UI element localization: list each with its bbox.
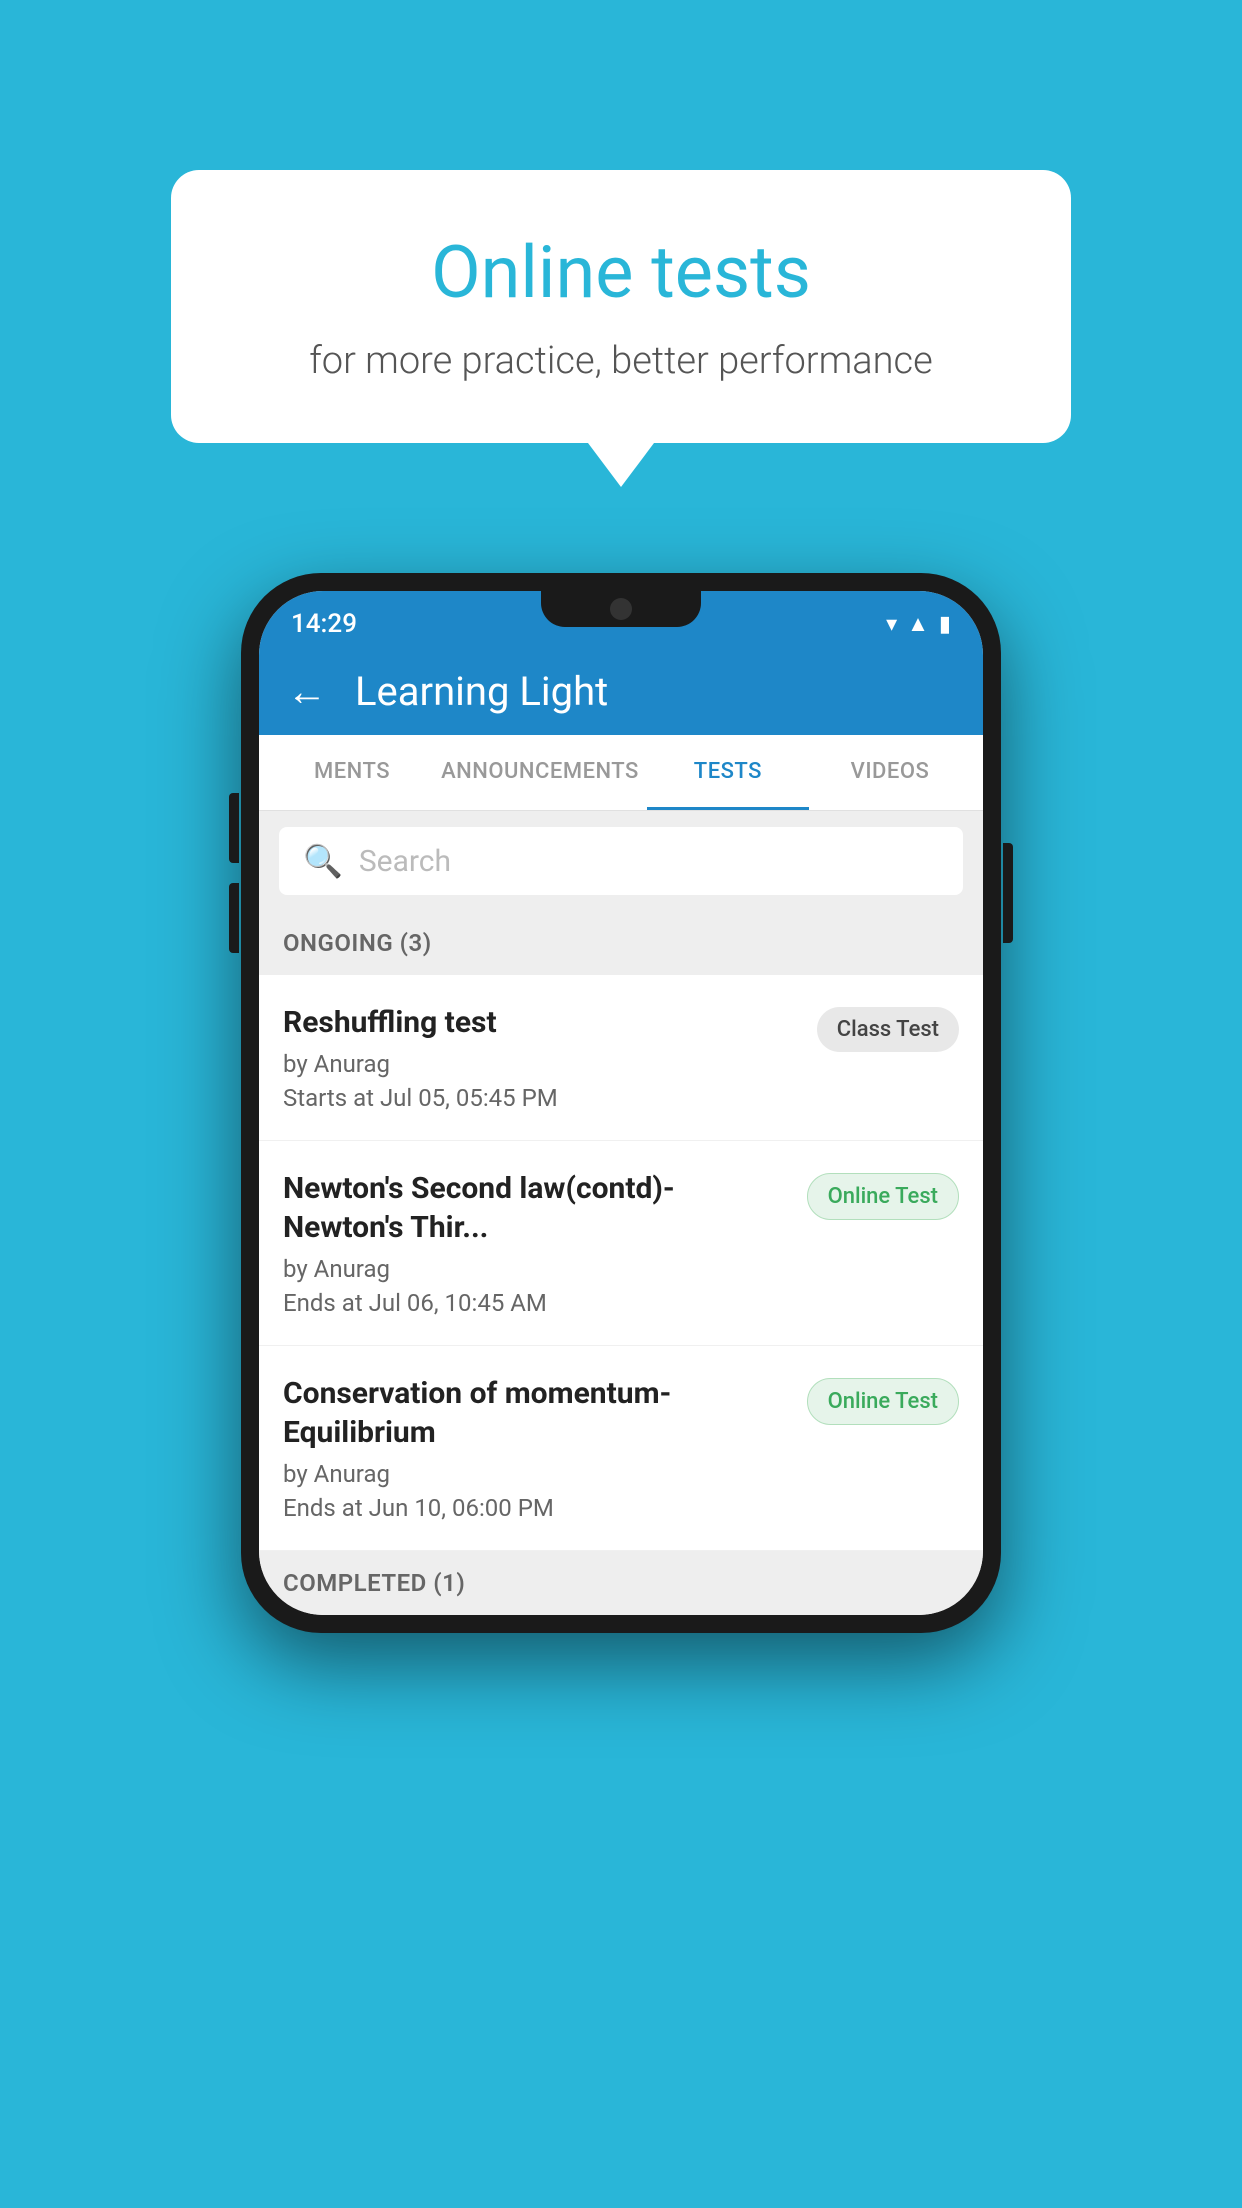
test-time: Starts at Jul 05, 05:45 PM bbox=[283, 1084, 801, 1112]
test-name: Conservation of momentum-Equilibrium bbox=[283, 1374, 791, 1452]
back-button[interactable]: ← bbox=[287, 668, 327, 715]
phone-notch bbox=[541, 591, 701, 627]
test-name: Newton's Second law(contd)-Newton's Thir… bbox=[283, 1169, 791, 1247]
test-info: Reshuffling test by Anurag Starts at Jul… bbox=[283, 1003, 801, 1112]
test-time: Ends at Jun 10, 06:00 PM bbox=[283, 1494, 791, 1522]
volume-down-button bbox=[229, 883, 239, 953]
promo-title: Online tests bbox=[251, 230, 991, 315]
search-input[interactable]: Search bbox=[359, 844, 451, 879]
tab-tests[interactable]: TESTS bbox=[647, 735, 809, 810]
test-info: Newton's Second law(contd)-Newton's Thir… bbox=[283, 1169, 791, 1317]
power-button bbox=[1003, 843, 1013, 943]
status-icons: ▾ ▲ ▮ bbox=[886, 611, 951, 637]
test-item[interactable]: Conservation of momentum-Equilibrium by … bbox=[259, 1346, 983, 1551]
battery-icon: ▮ bbox=[939, 612, 951, 637]
test-name: Reshuffling test bbox=[283, 1003, 801, 1042]
test-item[interactable]: Reshuffling test by Anurag Starts at Jul… bbox=[259, 975, 983, 1141]
completed-section-header: COMPLETED (1) bbox=[259, 1551, 983, 1615]
tab-announcements[interactable]: ANNOUNCEMENTS bbox=[433, 735, 647, 810]
phone-mockup: 14:29 ▾ ▲ ▮ ← Learning Light MENTS bbox=[241, 573, 1001, 1633]
test-author: by Anurag bbox=[283, 1050, 801, 1078]
status-time: 14:29 bbox=[291, 609, 357, 639]
tab-videos[interactable]: VIDEOS bbox=[809, 735, 971, 810]
test-author: by Anurag bbox=[283, 1460, 791, 1488]
promo-subtitle: for more practice, better performance bbox=[251, 339, 991, 383]
test-time: Ends at Jul 06, 10:45 AM bbox=[283, 1289, 791, 1317]
test-badge-online: Online Test bbox=[807, 1378, 959, 1425]
tab-ments[interactable]: MENTS bbox=[271, 735, 433, 810]
app-bar: ← Learning Light bbox=[259, 647, 983, 735]
tab-bar: MENTS ANNOUNCEMENTS TESTS VIDEOS bbox=[259, 735, 983, 811]
phone-frame: 14:29 ▾ ▲ ▮ ← Learning Light MENTS bbox=[241, 573, 1001, 1633]
signal-icon: ▲ bbox=[907, 611, 929, 637]
search-bar[interactable]: 🔍 Search bbox=[279, 827, 963, 895]
app-bar-title: Learning Light bbox=[355, 668, 608, 715]
test-item[interactable]: Newton's Second law(contd)-Newton's Thir… bbox=[259, 1141, 983, 1346]
phone-screen: 14:29 ▾ ▲ ▮ ← Learning Light MENTS bbox=[259, 591, 983, 1615]
test-info: Conservation of momentum-Equilibrium by … bbox=[283, 1374, 791, 1522]
ongoing-section-header: ONGOING (3) bbox=[259, 911, 983, 975]
volume-up-button bbox=[229, 793, 239, 863]
search-icon: 🔍 bbox=[303, 842, 343, 880]
test-list: Reshuffling test by Anurag Starts at Jul… bbox=[259, 975, 983, 1551]
test-badge-online: Online Test bbox=[807, 1173, 959, 1220]
test-badge-class: Class Test bbox=[817, 1007, 959, 1052]
front-camera bbox=[610, 598, 632, 620]
search-container: 🔍 Search bbox=[259, 811, 983, 911]
promo-card: Online tests for more practice, better p… bbox=[171, 170, 1071, 443]
wifi-icon: ▾ bbox=[886, 612, 897, 637]
test-author: by Anurag bbox=[283, 1255, 791, 1283]
